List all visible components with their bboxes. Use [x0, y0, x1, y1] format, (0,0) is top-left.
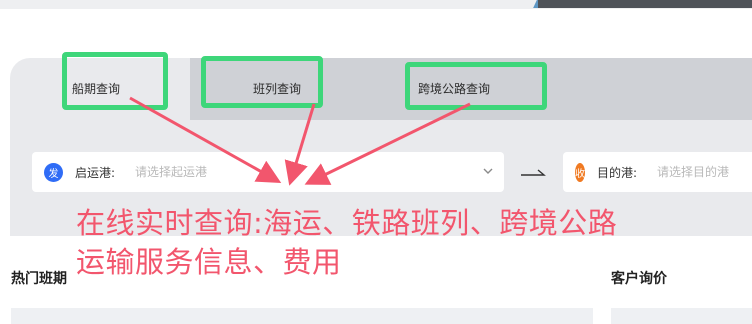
origin-port-input[interactable] — [135, 165, 426, 179]
inquiry-card — [611, 308, 752, 324]
chevron-down-icon[interactable] — [482, 165, 494, 177]
destination-label: 目的港: — [597, 165, 638, 180]
tab-ship-schedule[interactable]: 船期查询 — [72, 80, 120, 97]
hot-routes-title: 热门班期 — [11, 271, 67, 287]
annotation-line-1: 在线实时查询:海运、铁路班列、跨境公路 — [76, 206, 618, 240]
annotation-line-2: 运输服务信息、费用 — [76, 245, 342, 279]
destination-badge-icon: 收 — [575, 162, 585, 182]
destination-port-field[interactable]: 收 目的港: — [563, 152, 752, 192]
origin-label: 启运港: — [75, 165, 116, 180]
hot-routes-card — [11, 308, 593, 324]
route-arrow-icon — [521, 169, 546, 176]
origin-badge-icon: 发 — [44, 162, 63, 182]
destination-port-input[interactable] — [657, 165, 752, 179]
origin-port-field[interactable]: 发 启运港: — [32, 152, 504, 192]
header-dark-block — [538, 0, 752, 8]
annotation-text: 在线实时查询:海运、铁路班列、跨境公路 运输服务信息、费用 — [76, 204, 696, 282]
tab-train-schedule[interactable]: 班列查询 — [253, 80, 301, 97]
tab-cross-border-road[interactable]: 跨境公路查询 — [418, 80, 490, 97]
